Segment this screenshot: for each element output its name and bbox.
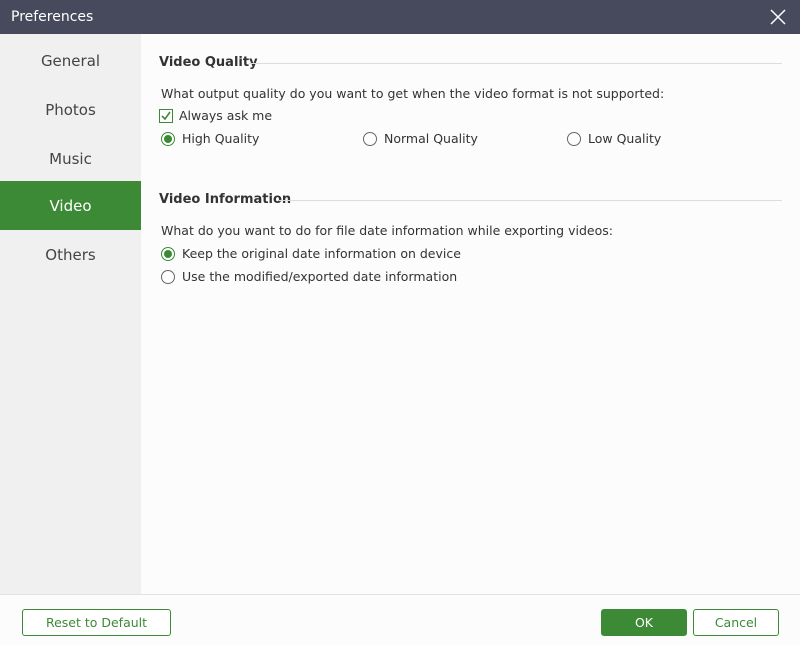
- reset-to-default-button[interactable]: Reset to Default: [22, 609, 171, 636]
- radio-selected-icon: [161, 246, 175, 261]
- sidebar: General Photos Music Video Others: [0, 34, 141, 594]
- always-ask-label: Always ask me: [179, 108, 273, 123]
- radio-label: Normal Quality: [384, 131, 478, 146]
- sidebar-item-photos[interactable]: Photos: [0, 85, 141, 134]
- sidebar-item-label: Others: [45, 245, 96, 264]
- radio-normal-quality[interactable]: Normal Quality: [363, 131, 478, 146]
- radio-label: Use the modified/exported date informati…: [182, 269, 458, 284]
- always-ask-checkbox[interactable]: Always ask me: [159, 108, 272, 123]
- radio-low-quality[interactable]: Low Quality: [567, 131, 661, 146]
- close-icon[interactable]: [768, 7, 788, 27]
- sidebar-item-label: Photos: [45, 100, 96, 119]
- ok-button[interactable]: OK: [601, 609, 687, 636]
- sidebar-item-label: Music: [49, 149, 92, 168]
- radio-unselected-icon: [161, 269, 175, 284]
- footer: Reset to Default OK Cancel: [0, 594, 800, 645]
- radio-unselected-icon: [363, 131, 377, 146]
- sidebar-item-general[interactable]: General: [0, 36, 141, 85]
- section-title-video-quality: Video Quality: [159, 55, 258, 70]
- radio-label: Keep the original date information on de…: [182, 246, 461, 261]
- radio-label: Low Quality: [588, 131, 662, 146]
- preferences-window: Preferences General Photos Music Video O…: [0, 0, 800, 645]
- radio-unselected-icon: [567, 131, 581, 146]
- content-panel: Video Quality What output quality do you…: [141, 34, 800, 594]
- radio-selected-icon: [161, 131, 175, 146]
- radio-high-quality[interactable]: High Quality: [161, 131, 259, 146]
- video-information-question: What do you want to do for file date inf…: [161, 223, 613, 238]
- section-divider: [249, 63, 782, 64]
- sidebar-item-others[interactable]: Others: [0, 230, 141, 279]
- cancel-button[interactable]: Cancel: [693, 609, 779, 636]
- sidebar-item-video[interactable]: Video: [0, 181, 141, 230]
- section-title-video-information: Video Information: [159, 192, 292, 207]
- radio-keep-original-date[interactable]: Keep the original date information on de…: [161, 246, 461, 261]
- sidebar-item-label: Video: [49, 196, 92, 215]
- window-title: Preferences: [11, 9, 94, 25]
- section-divider: [279, 200, 782, 201]
- radio-use-modified-date[interactable]: Use the modified/exported date informati…: [161, 269, 457, 284]
- radio-label: High Quality: [182, 131, 260, 146]
- checkbox-checked-icon: [159, 108, 173, 123]
- sidebar-item-music[interactable]: Music: [0, 134, 141, 183]
- title-bar: Preferences: [0, 0, 800, 34]
- video-quality-question: What output quality do you want to get w…: [161, 86, 665, 101]
- sidebar-item-label: General: [40, 51, 101, 70]
